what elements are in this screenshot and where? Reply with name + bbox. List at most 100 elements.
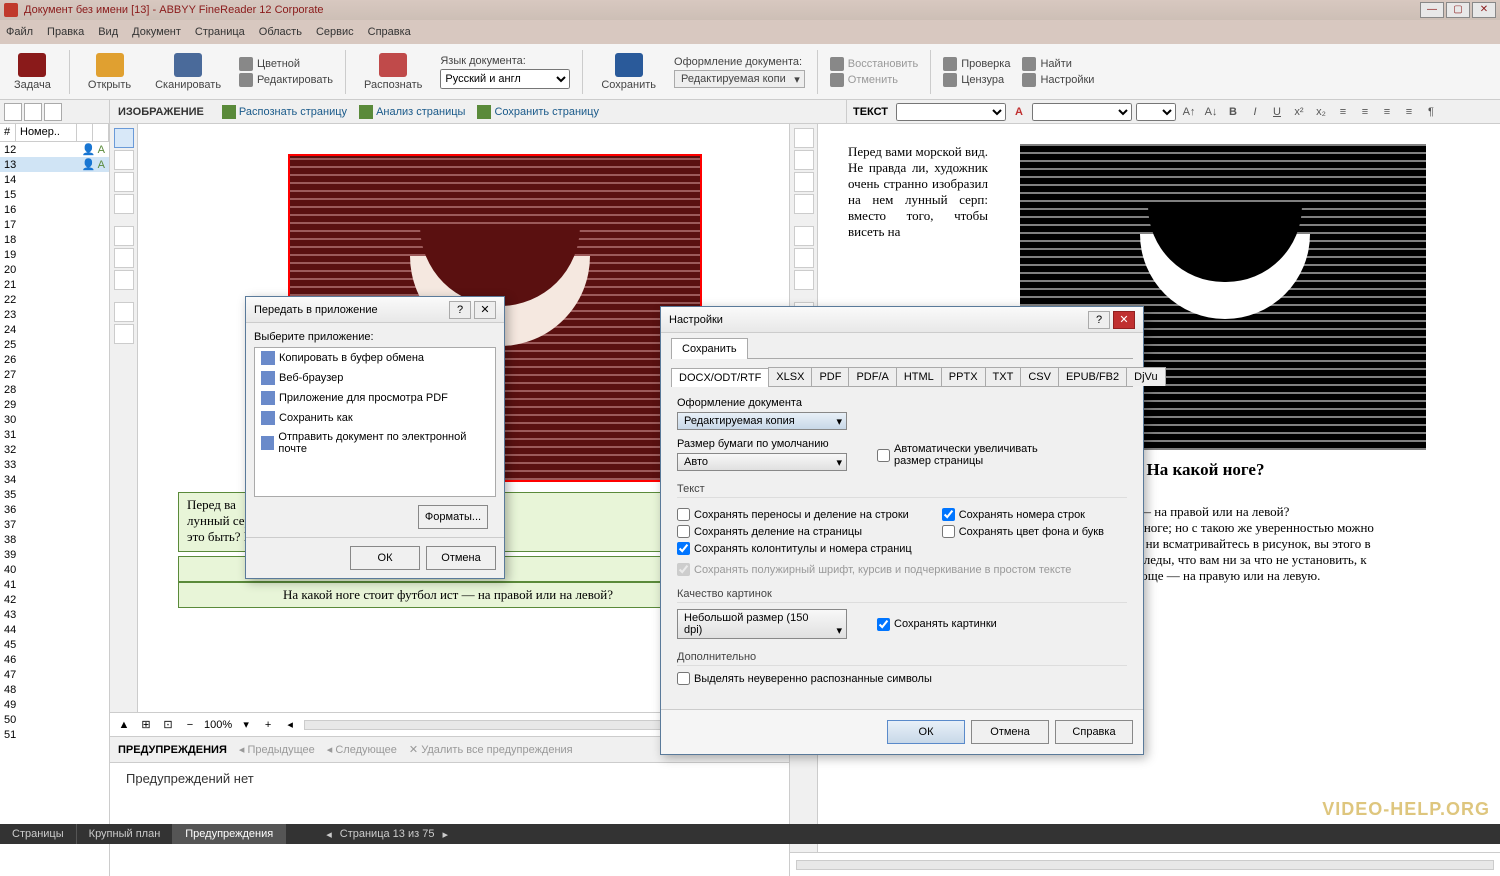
format-tab-pptx[interactable]: PPTX — [941, 367, 986, 386]
sendto-close[interactable]: ✕ — [474, 301, 496, 319]
chk-highlight-uncertain[interactable] — [677, 672, 690, 685]
sendto-item[interactable]: Копировать в буфер обмена — [255, 348, 495, 368]
text-heading[interactable]: . На какой ноге? — [1138, 460, 1264, 480]
tool-barcode-area[interactable] — [114, 194, 134, 214]
warn-next[interactable]: ◂ Следующее — [327, 743, 397, 756]
page-row[interactable]: 16 — [0, 202, 109, 217]
font-color-icon[interactable]: A — [1010, 103, 1028, 121]
page-row[interactable]: 45 — [0, 637, 109, 652]
page-row[interactable]: 38 — [0, 532, 109, 547]
text-h-scrollbar[interactable] — [796, 860, 1494, 870]
layout-select[interactable]: Редактируемая копи — [674, 70, 805, 88]
page-row[interactable]: 14 — [0, 172, 109, 187]
page-row[interactable]: 24 — [0, 322, 109, 337]
page-row[interactable]: 37 — [0, 517, 109, 532]
page-row[interactable]: 28 — [0, 382, 109, 397]
text-paragraph-1[interactable]: Перед вами морской вид. Не правда ли, ху… — [848, 144, 988, 240]
chk-pagebreaks[interactable] — [677, 525, 690, 538]
text-tool-1[interactable] — [794, 128, 814, 148]
bold-button[interactable]: B — [1224, 103, 1242, 121]
page-row[interactable]: 32 — [0, 442, 109, 457]
chk-linenumbers[interactable] — [942, 508, 955, 521]
page-row[interactable]: 48 — [0, 682, 109, 697]
format-tab-pdfa[interactable]: PDF/A — [848, 367, 896, 386]
recognize-button[interactable]: Распознать — [358, 53, 428, 91]
menu-edit[interactable]: Правка — [47, 26, 84, 38]
view-list[interactable] — [24, 103, 42, 121]
tool-table-area[interactable] — [114, 172, 134, 192]
image-region-text-2[interactable]: На какой ноге стоит футбол ист — на прав… — [178, 582, 718, 608]
warn-prev[interactable]: ◂ Предыдущее — [239, 743, 315, 756]
tool-picture-area[interactable] — [114, 150, 134, 170]
task-button[interactable]: Задача — [8, 53, 57, 91]
color-button[interactable]: Цветной — [239, 57, 333, 71]
format-tab-pdf[interactable]: PDF — [811, 367, 849, 386]
restore-button[interactable]: Восстановить — [830, 57, 918, 71]
scan-button[interactable]: Сканировать — [149, 53, 227, 91]
page-row[interactable]: 20 — [0, 262, 109, 277]
edit-button[interactable]: Редактировать — [239, 73, 333, 87]
format-tab-epubfb2[interactable]: EPUB/FB2 — [1058, 367, 1127, 386]
sendto-help[interactable]: ? — [449, 301, 471, 319]
status-tab-warnings[interactable]: Предупреждения — [173, 824, 286, 844]
page-row[interactable]: 36 — [0, 502, 109, 517]
tool-eraser[interactable] — [114, 270, 134, 290]
page-row[interactable]: 19 — [0, 247, 109, 262]
chk-auto-enlarge[interactable] — [877, 449, 890, 462]
menu-tools[interactable]: Сервис — [316, 26, 354, 38]
style-select[interactable] — [896, 103, 1006, 121]
page-row[interactable]: 21 — [0, 277, 109, 292]
page-row[interactable]: 13👤 A — [0, 157, 109, 172]
format-tab-djvu[interactable]: DjVu — [1126, 367, 1165, 386]
lang-select[interactable]: Русский и англ — [440, 69, 570, 89]
align-right-button[interactable]: ≡ — [1378, 103, 1396, 121]
pages-col-hash[interactable]: # — [0, 124, 16, 141]
nav-left-icon[interactable]: ◂ — [282, 718, 298, 731]
minimize-button[interactable]: — — [1420, 2, 1444, 18]
text-tool-7[interactable] — [794, 270, 814, 290]
find-button[interactable]: Найти — [1022, 57, 1094, 71]
sendto-ok[interactable]: ОК — [350, 546, 420, 570]
page-row[interactable]: 47 — [0, 667, 109, 682]
page-row[interactable]: 39 — [0, 547, 109, 562]
page-row[interactable]: 12👤 A — [0, 142, 109, 157]
show-marks-button[interactable]: ¶ — [1422, 103, 1440, 121]
underline-button[interactable]: U — [1268, 103, 1286, 121]
sendto-item[interactable]: Приложение для просмотра PDF — [255, 388, 495, 408]
settings-cancel[interactable]: Отмена — [971, 720, 1049, 744]
layout-select[interactable]: Редактируемая копия — [677, 412, 847, 430]
font-grow-icon[interactable]: A↑ — [1180, 103, 1198, 121]
open-button[interactable]: Открыть — [82, 53, 137, 91]
zoom-in-icon[interactable]: + — [260, 719, 276, 731]
page-row[interactable]: 29 — [0, 397, 109, 412]
close-button[interactable]: ✕ — [1472, 2, 1496, 18]
font-family-select[interactable] — [1032, 103, 1132, 121]
censor-button[interactable]: Цензура — [943, 73, 1010, 87]
view-details[interactable] — [44, 103, 62, 121]
zoom-out-icon[interactable]: − — [182, 719, 198, 731]
page-row[interactable]: 25 — [0, 337, 109, 352]
page-row[interactable]: 51 — [0, 727, 109, 742]
tool-pointer[interactable] — [114, 302, 134, 322]
fit-width-icon[interactable]: ⊞ — [138, 718, 154, 731]
nav-up-icon[interactable]: ▲ — [116, 719, 132, 731]
chk-linebreaks[interactable] — [677, 508, 690, 521]
text-tool-2[interactable] — [794, 150, 814, 170]
pic-quality-select[interactable]: Небольшой размер (150 dpi) — [677, 609, 847, 639]
text-tool-4[interactable] — [794, 194, 814, 214]
cancel-button[interactable]: Отменить — [830, 73, 918, 87]
paper-select[interactable]: Авто — [677, 453, 847, 471]
pages-col-icon2[interactable] — [93, 124, 109, 141]
analyze-page-link[interactable]: Анализ страницы — [359, 105, 465, 119]
settings-tab-save[interactable]: Сохранить — [671, 338, 748, 359]
page-row[interactable]: 34 — [0, 472, 109, 487]
font-size-select[interactable] — [1136, 103, 1176, 121]
save-button[interactable]: Сохранить — [595, 53, 662, 91]
align-center-button[interactable]: ≡ — [1356, 103, 1374, 121]
warn-delete-all[interactable]: ✕ Удалить все предупреждения — [409, 743, 573, 756]
page-row[interactable]: 33 — [0, 457, 109, 472]
settings-button[interactable]: Настройки — [1022, 73, 1094, 87]
menu-document[interactable]: Документ — [132, 26, 181, 38]
page-row[interactable]: 35 — [0, 487, 109, 502]
page-row[interactable]: 42 — [0, 592, 109, 607]
